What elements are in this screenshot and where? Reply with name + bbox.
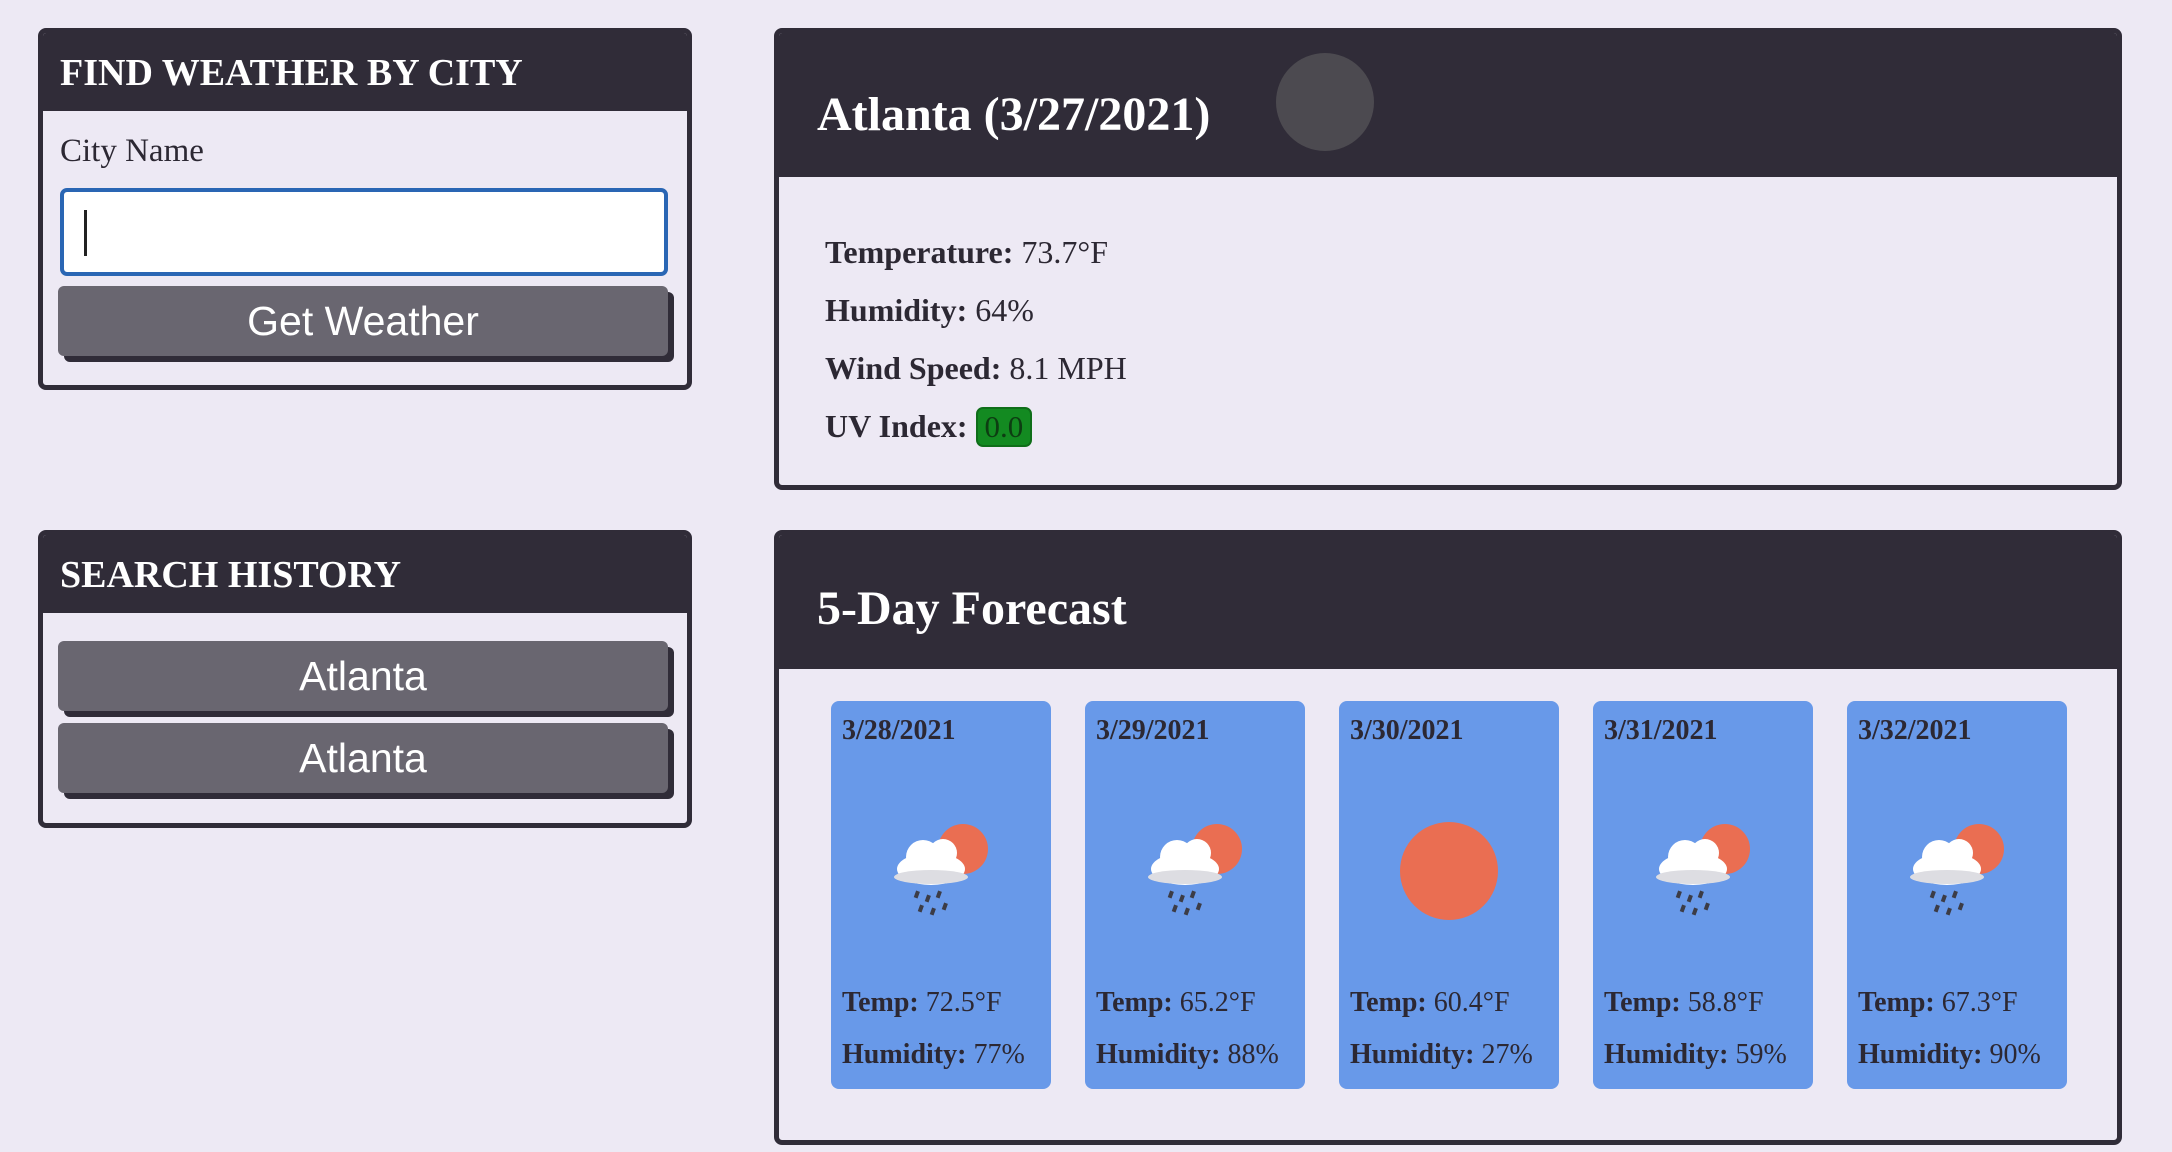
humidity-value: 64% <box>975 292 1034 328</box>
sun-icon <box>1400 822 1498 920</box>
find-weather-title: FIND WEATHER BY CITY <box>43 33 687 111</box>
text-cursor <box>84 210 87 256</box>
forecast-temp-value: 58.8°F <box>1687 987 1764 1018</box>
forecast-temp-label: Temp: <box>842 987 919 1018</box>
forecast-humidity: Humidity: 27% <box>1350 1039 1533 1071</box>
forecast-card: 3/31/2021 Temp: 58.8°F Humidity: 59% <box>1593 701 1813 1089</box>
forecast-temp-value: 65.2°F <box>1179 987 1256 1018</box>
forecast-humidity-label: Humidity: <box>842 1039 967 1070</box>
city-name-label: City Name <box>60 133 204 169</box>
forecast-date: 3/32/2021 <box>1858 715 1972 746</box>
forecast-humidity: Humidity: 77% <box>842 1039 1025 1071</box>
current-city-title: Atlanta (3/27/2021) <box>817 88 1211 141</box>
uv-index-line: UV Index: 0.0 <box>825 397 1127 455</box>
forecast-temp: Temp: 67.3°F <box>1858 987 2018 1019</box>
forecast-humidity-value: 90% <box>1989 1039 2041 1070</box>
rain-sun-icon <box>1656 824 1750 916</box>
humidity-line: Humidity: 64% <box>825 281 1127 339</box>
wind-speed-value: 8.1 MPH <box>1009 350 1127 386</box>
forecast-date: 3/31/2021 <box>1604 715 1718 746</box>
forecast-title: 5-Day Forecast <box>779 535 2117 669</box>
forecast-humidity-value: 27% <box>1481 1039 1533 1070</box>
forecast-humidity-value: 77% <box>973 1039 1025 1070</box>
forecast-humidity-value: 59% <box>1735 1039 1787 1070</box>
history-item-atlanta[interactable]: Atlanta <box>58 641 668 711</box>
forecast-temp-label: Temp: <box>1350 987 1427 1018</box>
forecast-temp-value: 67.3°F <box>1941 987 2018 1018</box>
uv-index-badge: 0.0 <box>975 407 1033 447</box>
find-weather-panel: FIND WEATHER BY CITY City Name Get Weath… <box>38 28 692 390</box>
forecast-humidity-label: Humidity: <box>1350 1039 1475 1070</box>
forecast-temp: Temp: 58.8°F <box>1604 987 1764 1019</box>
forecast-temp-value: 60.4°F <box>1433 987 1510 1018</box>
forecast-temp-label: Temp: <box>1604 987 1681 1018</box>
forecast-card: 3/32/2021 Temp: 67.3°F Humidity: 90% <box>1847 701 2067 1089</box>
forecast-humidity-label: Humidity: <box>1604 1039 1729 1070</box>
current-stats: Temperature: 73.7°F Humidity: 64% Wind S… <box>825 223 1127 455</box>
forecast-date: 3/30/2021 <box>1350 715 1464 746</box>
rain-sun-icon <box>894 824 988 916</box>
forecast-humidity-label: Humidity: <box>1858 1039 1983 1070</box>
forecast-humidity: Humidity: 90% <box>1858 1039 2041 1071</box>
forecast-temp-value: 72.5°F <box>925 987 1002 1018</box>
wind-speed-label: Wind Speed: <box>825 350 1002 386</box>
forecast-temp-label: Temp: <box>1858 987 1935 1018</box>
current-weather-panel: Atlanta (3/27/2021) Temperature: 73.7°F … <box>774 28 2122 490</box>
forecast-temp: Temp: 65.2°F <box>1096 987 1256 1019</box>
forecast-panel: 5-Day Forecast 3/28/2021 Temp: 72.5°F Hu… <box>774 530 2122 1145</box>
humidity-label: Humidity: <box>825 292 968 328</box>
temperature-value: 73.7°F <box>1021 234 1108 270</box>
wind-speed-line: Wind Speed: 8.1 MPH <box>825 339 1127 397</box>
forecast-temp: Temp: 72.5°F <box>842 987 1002 1019</box>
history-item-atlanta[interactable]: Atlanta <box>58 723 668 793</box>
city-name-input[interactable] <box>60 188 668 276</box>
forecast-card: 3/29/2021 Temp: 65.2°F Humidity: 88% <box>1085 701 1305 1089</box>
forecast-date: 3/29/2021 <box>1096 715 1210 746</box>
search-history-panel: SEARCH HISTORY Atlanta Atlanta <box>38 530 692 828</box>
forecast-humidity-value: 88% <box>1227 1039 1279 1070</box>
get-weather-button[interactable]: Get Weather <box>58 286 668 356</box>
forecast-temp-label: Temp: <box>1096 987 1173 1018</box>
rain-sun-icon <box>1148 824 1242 916</box>
rain-sun-icon <box>1910 824 2004 916</box>
forecast-humidity: Humidity: 59% <box>1604 1039 1787 1071</box>
forecast-card: 3/28/2021 Temp: 72.5°F Humidity: 77% <box>831 701 1051 1089</box>
forecast-humidity: Humidity: 88% <box>1096 1039 1279 1071</box>
forecast-humidity-label: Humidity: <box>1096 1039 1221 1070</box>
forecast-temp: Temp: 60.4°F <box>1350 987 1510 1019</box>
weather-icon <box>1276 53 1374 151</box>
search-history-title: SEARCH HISTORY <box>43 535 687 613</box>
temperature-label: Temperature: <box>825 234 1014 270</box>
forecast-card: 3/30/2021 Temp: 60.4°F Humidity: 27% <box>1339 701 1559 1089</box>
uv-index-label: UV Index: <box>825 408 968 444</box>
current-weather-header: Atlanta (3/27/2021) <box>779 33 2117 177</box>
temperature-line: Temperature: 73.7°F <box>825 223 1127 281</box>
forecast-date: 3/28/2021 <box>842 715 956 746</box>
